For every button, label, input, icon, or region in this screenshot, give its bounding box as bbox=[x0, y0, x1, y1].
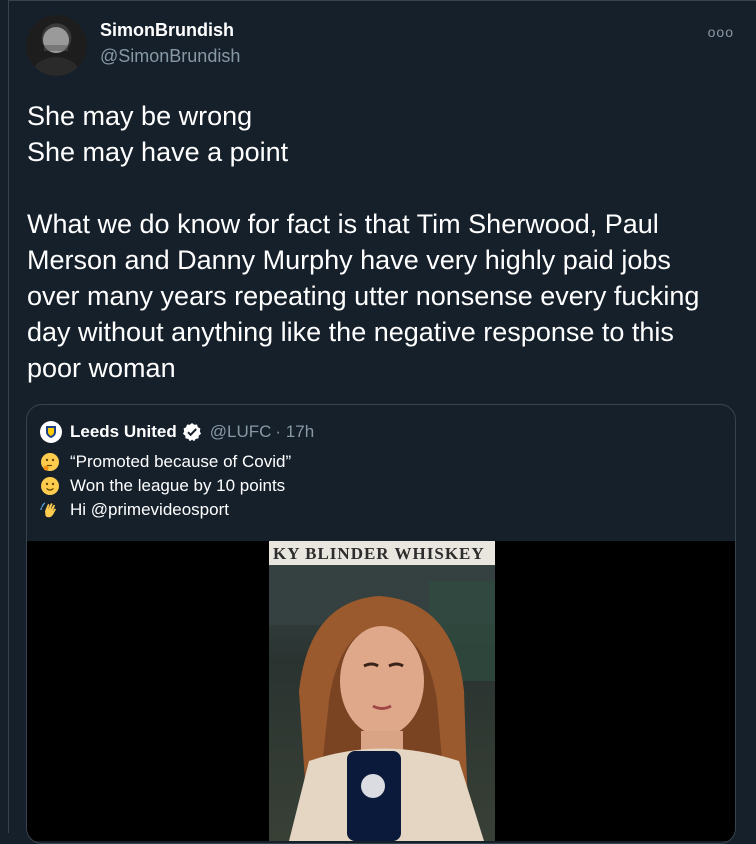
author-handle[interactable]: @SimonBrundish bbox=[100, 46, 240, 67]
presenter-image bbox=[269, 565, 495, 841]
more-options-icon[interactable]: ooo bbox=[708, 24, 734, 40]
verified-badge-icon bbox=[182, 422, 202, 442]
tweet-line: day without anything like the negative r… bbox=[27, 317, 674, 347]
quoted-author-handle[interactable]: @LUFC bbox=[210, 422, 272, 442]
author-name[interactable]: SimonBrundish bbox=[100, 20, 234, 41]
quoted-tweet[interactable]: Leeds United @LUFC · 17h “Promoted becau… bbox=[26, 404, 736, 844]
thinking-face-icon bbox=[40, 452, 60, 472]
slightly-smiling-face-icon bbox=[40, 476, 60, 496]
tweet-line: Merson and Danny Murphy have very highly… bbox=[27, 245, 671, 275]
quoted-timestamp[interactable]: · 17h bbox=[275, 422, 314, 442]
quoted-line-text: Hi @primevideosport bbox=[70, 500, 229, 519]
tweet-line: What we do know for fact is that Tim She… bbox=[27, 209, 659, 239]
quoted-tweet-header: Leeds United @LUFC · 17h bbox=[40, 421, 314, 443]
leeds-crest-icon[interactable] bbox=[40, 421, 62, 443]
quoted-author-name[interactable]: Leeds United bbox=[70, 422, 177, 442]
tweet-line: over many years repeating utter nonsense… bbox=[27, 281, 700, 311]
author-avatar[interactable] bbox=[26, 15, 87, 76]
video-frame[interactable]: KY BLINDER WHISKEY bbox=[269, 541, 495, 841]
tweet-line: She may have a point bbox=[27, 137, 289, 167]
tweet-body: She may be wrong She may have a point Wh… bbox=[27, 98, 742, 386]
tweet-line: poor woman bbox=[27, 353, 176, 383]
quoted-line: “Promoted because of Covid” bbox=[40, 452, 291, 472]
quoted-line-text: “Promoted because of Covid” bbox=[70, 452, 292, 471]
quoted-video[interactable]: KY BLINDER WHISKEY bbox=[27, 541, 735, 841]
quoted-line-text: Won the league by 10 points bbox=[70, 476, 286, 495]
quoted-line: Hi @primevideosport bbox=[40, 500, 229, 520]
quoted-line: Won the league by 10 points bbox=[40, 476, 285, 496]
waving-hand-icon bbox=[40, 500, 60, 520]
tweet-line: She may be wrong bbox=[27, 101, 253, 131]
